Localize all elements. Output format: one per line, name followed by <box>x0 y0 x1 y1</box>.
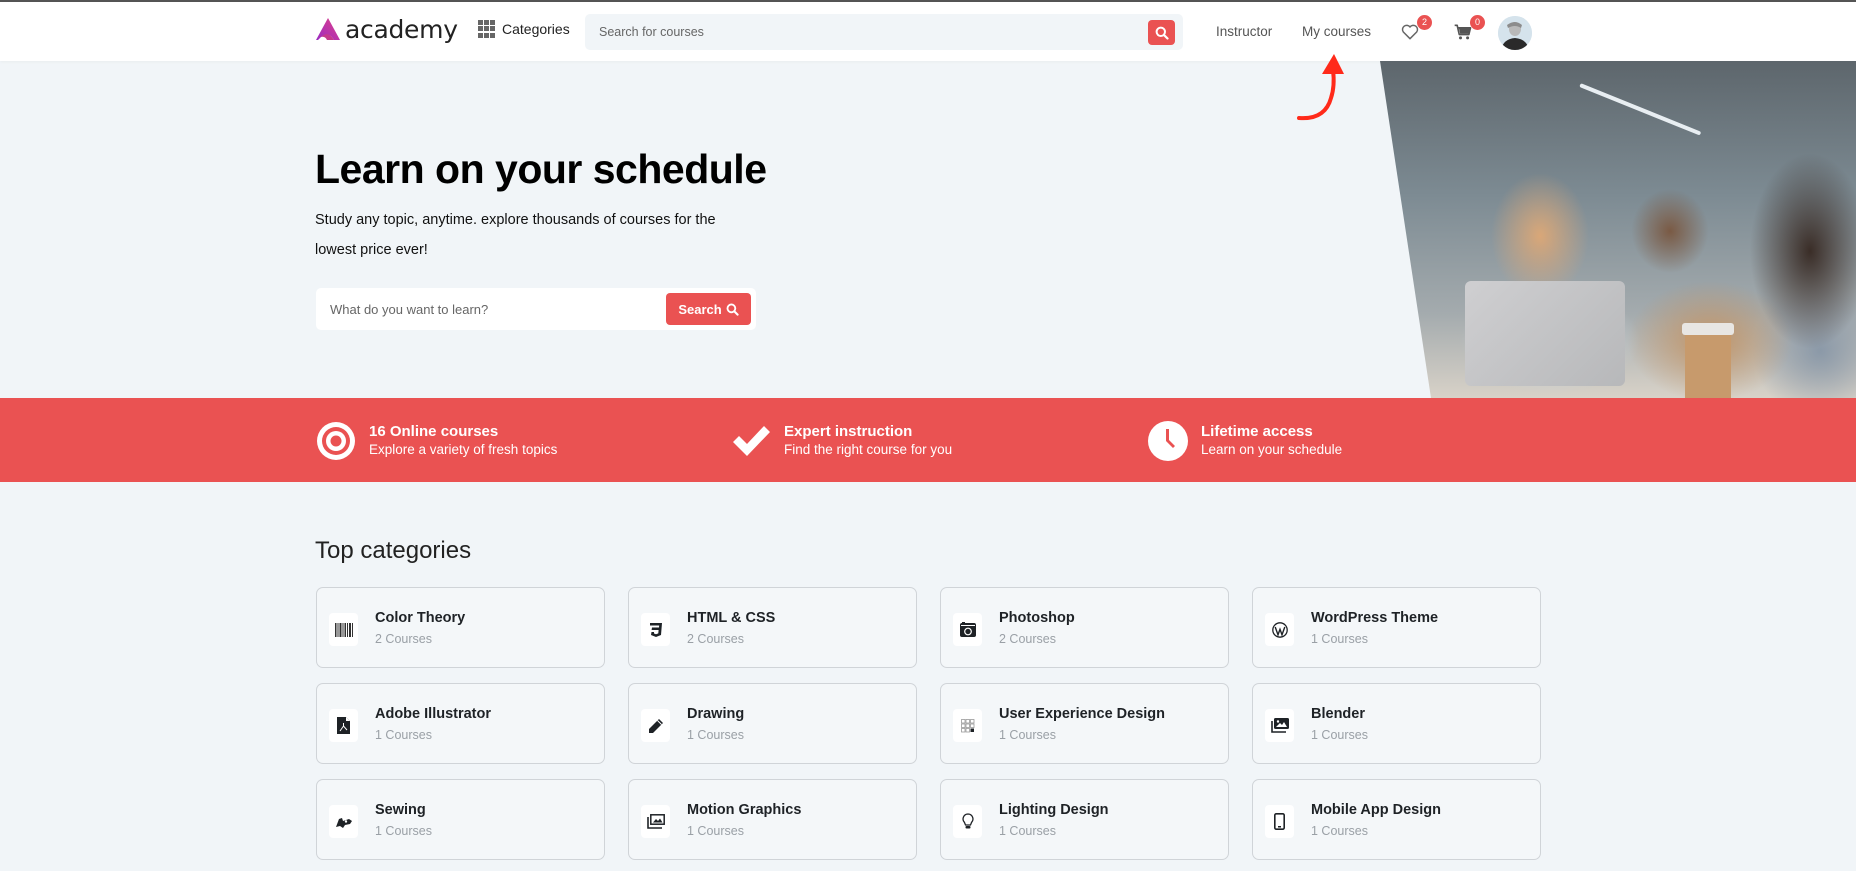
category-card[interactable]: User Experience Design 1 Courses <box>940 683 1229 764</box>
category-card[interactable]: Color Theory 2 Courses <box>316 587 605 668</box>
header-search-button[interactable] <box>1148 20 1175 45</box>
categories-grid: Color Theory 2 Courses HTML & CSS 2 Cour… <box>316 587 1541 860</box>
category-course-count: 2 Courses <box>375 632 432 646</box>
category-name: Blender <box>1311 706 1365 722</box>
categories-menu-button[interactable]: Categories <box>478 20 570 38</box>
feature-lifetime-access: Lifetime access Learn on your schedule <box>1147 420 1342 462</box>
category-card[interactable]: Sewing 1 Courses <box>316 779 605 860</box>
check-icon <box>733 426 770 456</box>
top-categories-title: Top categories <box>315 537 472 564</box>
hero-search-button-label: Search <box>678 301 722 317</box>
category-course-count: 1 Courses <box>687 728 744 742</box>
category-name: Color Theory <box>375 610 466 626</box>
category-card[interactable]: Lighting Design 1 Courses <box>940 779 1229 860</box>
category-card[interactable]: Adobe Illustrator 1 Courses <box>316 683 605 764</box>
css3-icon <box>641 613 670 646</box>
site-header: academy Categories Instructor My courses… <box>0 2 1856 61</box>
wishlist-button[interactable]: 2 <box>1400 15 1432 44</box>
hero-title: Learn on your schedule <box>315 146 767 192</box>
category-name: Photoshop <box>999 610 1075 626</box>
barcode-icon <box>329 613 358 646</box>
category-card[interactable]: Drawing 1 Courses <box>628 683 917 764</box>
category-card[interactable]: Mobile App Design 1 Courses <box>1252 779 1541 860</box>
category-name: User Experience Design <box>999 706 1166 722</box>
hero-search-button[interactable]: Search <box>666 293 751 325</box>
categories-label: Categories <box>502 21 570 37</box>
lightbulb-icon <box>953 805 982 838</box>
features-band: 16 Online courses Explore a variety of f… <box>0 398 1856 482</box>
category-name: Sewing <box>375 802 426 818</box>
category-name: Drawing <box>687 706 745 722</box>
category-name: Motion Graphics <box>687 802 802 818</box>
category-course-count: 2 Courses <box>687 632 744 646</box>
category-name: Adobe Illustrator <box>375 706 492 722</box>
annotation-arrow-icon <box>1297 54 1344 121</box>
feature-online-courses: 16 Online courses Explore a variety of f… <box>315 420 557 462</box>
header-search-input[interactable] <box>599 14 1129 50</box>
header-search-bar <box>585 14 1183 50</box>
file-pdf-icon <box>329 709 358 742</box>
hero-search-bar: Search <box>316 288 756 330</box>
feature-description: Find the right course for you <box>784 442 953 457</box>
feature-description: Explore a variety of fresh topics <box>369 442 558 457</box>
user-avatar[interactable] <box>1498 16 1532 50</box>
hero-subtitle: Study any topic, anytime. explore thousa… <box>315 212 716 258</box>
camera-icon <box>953 613 982 646</box>
category-card[interactable]: Blender 1 Courses <box>1252 683 1541 764</box>
wordpress-icon <box>1265 613 1294 646</box>
wishlist-count-badge: 2 <box>1417 15 1432 30</box>
category-name: HTML & CSS <box>687 610 776 626</box>
search-icon <box>1155 26 1169 40</box>
nav-my-courses-link[interactable]: My courses <box>1302 24 1371 39</box>
category-course-count: 2 Courses <box>999 632 1056 646</box>
category-course-count: 1 Courses <box>1311 728 1368 742</box>
grid-squares-icon <box>953 709 982 742</box>
category-card[interactable]: HTML & CSS 2 Courses <box>628 587 917 668</box>
academy-logo-icon <box>316 18 340 40</box>
logo-text: academy <box>345 14 458 44</box>
category-course-count: 1 Courses <box>687 824 744 838</box>
user-avatar-icon <box>1498 16 1532 50</box>
clock-icon <box>1148 421 1188 461</box>
hero-image-cup <box>1682 323 1734 398</box>
category-card[interactable]: Motion Graphics 1 Courses <box>628 779 917 860</box>
feature-description: Learn on your schedule <box>1201 442 1343 457</box>
feature-expert-instruction: Expert instruction Find the right course… <box>730 420 952 462</box>
hero-image <box>1380 61 1856 398</box>
hero-image-light <box>1579 83 1702 136</box>
photo-stack-icon <box>641 805 670 838</box>
category-card[interactable]: Photoshop 2 Courses <box>940 587 1229 668</box>
category-course-count: 1 Courses <box>375 728 432 742</box>
grid-icon <box>478 20 496 38</box>
feature-title: Expert instruction <box>784 423 913 440</box>
images-icon <box>1265 709 1294 742</box>
search-icon <box>726 303 739 316</box>
target-icon <box>317 422 355 460</box>
category-card[interactable]: WordPress Theme 1 Courses <box>1252 587 1541 668</box>
cart-count-badge: 0 <box>1470 15 1485 30</box>
category-course-count: 1 Courses <box>1311 824 1368 838</box>
category-name: Lighting Design <box>999 802 1109 818</box>
category-name: WordPress Theme <box>1311 610 1439 626</box>
pencil-icon <box>641 709 670 742</box>
category-course-count: 1 Courses <box>999 728 1056 742</box>
hero-search-input[interactable] <box>330 288 670 330</box>
category-course-count: 1 Courses <box>999 824 1056 838</box>
logo[interactable]: academy <box>315 14 458 44</box>
category-name: Mobile App Design <box>1311 802 1441 818</box>
mobile-icon <box>1265 805 1294 838</box>
cart-button[interactable]: 0 <box>1453 15 1485 44</box>
hero-image-laptop <box>1465 281 1625 386</box>
feature-title: 16 Online courses <box>369 423 499 440</box>
feature-title: Lifetime access <box>1201 423 1313 440</box>
category-course-count: 1 Courses <box>375 824 432 838</box>
sewing-icon <box>329 805 358 838</box>
nav-instructor-link[interactable]: Instructor <box>1216 24 1272 39</box>
category-course-count: 1 Courses <box>1311 632 1368 646</box>
